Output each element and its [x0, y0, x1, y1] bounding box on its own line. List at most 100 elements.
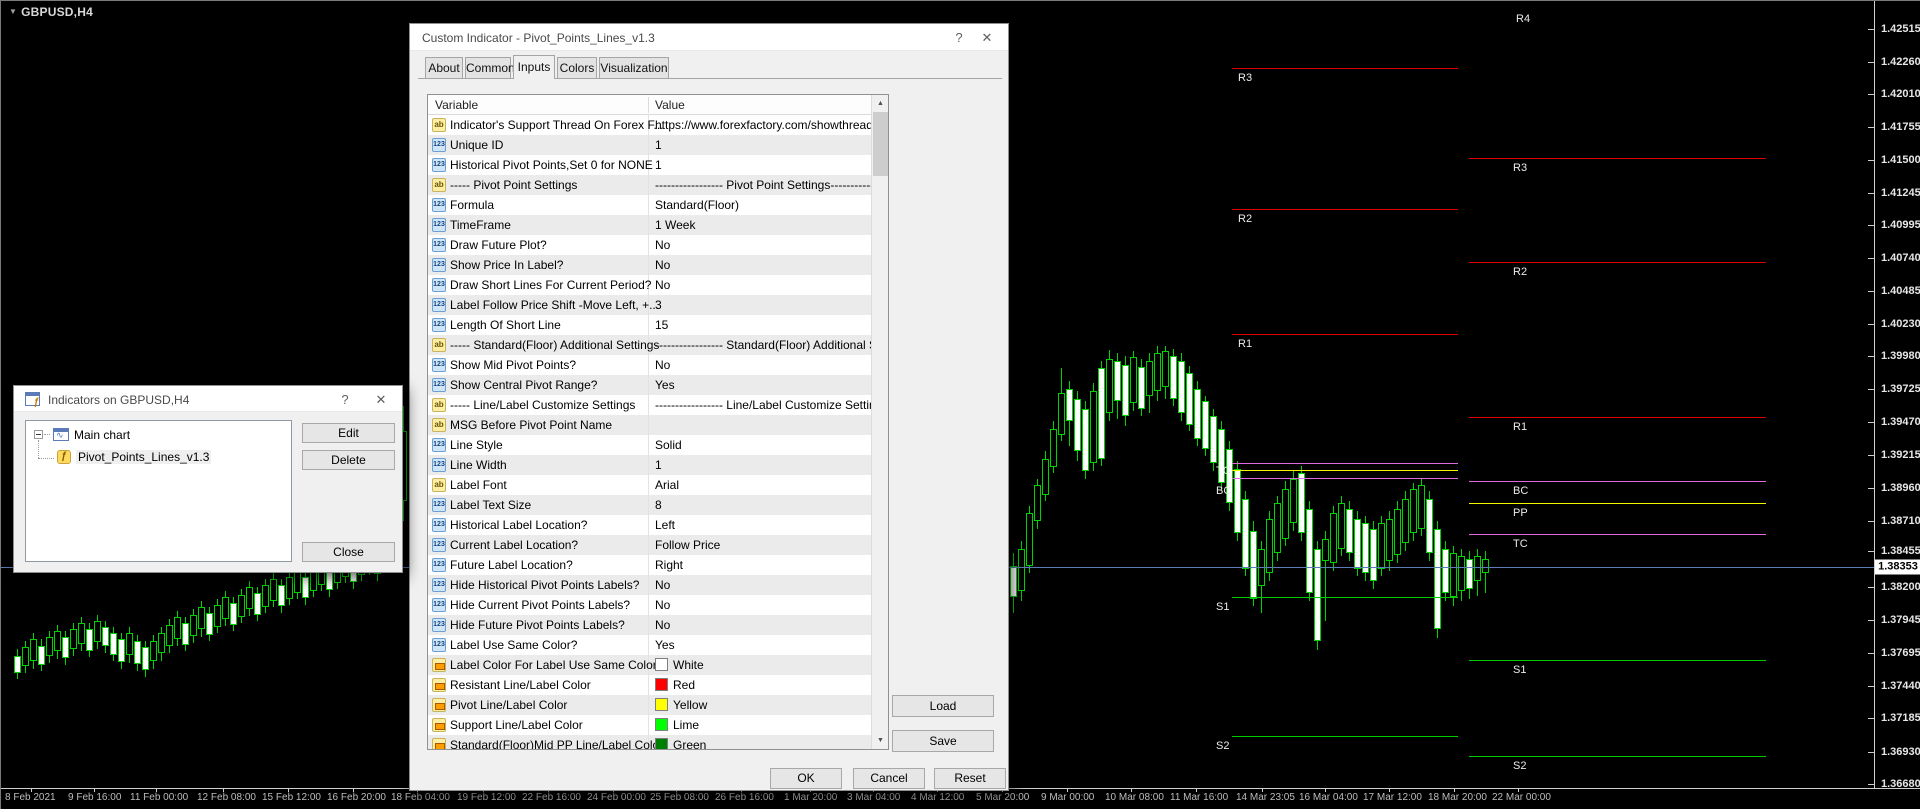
table-row[interactable]: 123Show Price In Label?No: [428, 255, 871, 275]
dialog-titlebar[interactable]: Custom Indicator - Pivot_Points_Lines_v1…: [410, 24, 1008, 51]
table-row[interactable]: ab----- Line/Label Customize Settings---…: [428, 395, 871, 415]
table-row[interactable]: ab----- Standard(Floor) Additional Setti…: [428, 335, 871, 355]
close-icon[interactable]: ✕: [372, 392, 390, 408]
load-button[interactable]: Load: [892, 695, 994, 717]
candle: [286, 577, 293, 599]
price-tick: [1868, 193, 1874, 194]
param-variable: ----- Line/Label Customize Settings: [450, 398, 635, 412]
price-tick: [1868, 324, 1874, 325]
param-value: Solid: [655, 438, 682, 452]
table-row[interactable]: 123Show Central Pivot Range?Yes: [428, 375, 871, 395]
table-row[interactable]: 123Label Text Size8: [428, 495, 871, 515]
candle: [1362, 523, 1369, 573]
pivot-line-bc-future-week: [1469, 481, 1766, 482]
scrollbar-thumb[interactable]: [873, 112, 888, 176]
close-button[interactable]: Close: [302, 542, 395, 562]
help-icon[interactable]: ?: [950, 30, 968, 45]
column-divider: [648, 595, 649, 615]
table-row[interactable]: 123Show Mid Pivot Points?No: [428, 355, 871, 375]
candle: [70, 629, 77, 649]
ok-button[interactable]: OK: [770, 768, 842, 789]
tab-inputs[interactable]: Inputs: [513, 55, 555, 79]
color-swatch: [655, 678, 668, 691]
symbol-marker-icon: ▼: [9, 7, 17, 16]
table-row[interactable]: Standard(Floor)Mid PP Line/Label ColorGr…: [428, 735, 871, 750]
candle: [270, 579, 277, 601]
table-row[interactable]: Support Line/Label ColorLime: [428, 715, 871, 735]
string-param-icon: ab: [432, 118, 446, 132]
table-row[interactable]: Label Color For Label Use Same ColorWhit…: [428, 655, 871, 675]
table-row[interactable]: abIndicator's Support Thread On Forex F.…: [428, 115, 871, 135]
table-row[interactable]: 123Historical Pivot Points,Set 0 for NON…: [428, 155, 871, 175]
table-row[interactable]: 123Line Width1: [428, 455, 871, 475]
price-axis-label: 1.36930: [1881, 746, 1920, 758]
param-variable: Line Width: [450, 458, 507, 472]
param-value: 1: [655, 458, 662, 472]
table-row[interactable]: 123Current Label Location?Follow Price: [428, 535, 871, 555]
table-row[interactable]: 123Draw Short Lines For Current Period?N…: [428, 275, 871, 295]
tab-common[interactable]: Common: [465, 57, 511, 78]
candle: [14, 656, 21, 673]
cancel-button[interactable]: Cancel: [853, 768, 925, 789]
table-row[interactable]: 123Historical Label Location?Left: [428, 515, 871, 535]
param-variable: Draw Future Plot?: [450, 238, 547, 252]
table-row[interactable]: Resistant Line/Label ColorRed: [428, 675, 871, 695]
table-row[interactable]: abMSG Before Pivot Point Name: [428, 415, 871, 435]
table-row[interactable]: 123Label Follow Price Shift -Move Left, …: [428, 295, 871, 315]
table-row[interactable]: 123Hide Future Pivot Points Labels?No: [428, 615, 871, 635]
reset-button[interactable]: Reset: [934, 768, 1006, 789]
table-row[interactable]: abLabel FontArial: [428, 475, 871, 495]
pivot-label-r2-future-week: R2: [1513, 266, 1527, 278]
candle: [110, 633, 117, 655]
candle: [1090, 391, 1097, 463]
table-row[interactable]: 123Future Label Location?Right: [428, 555, 871, 575]
close-icon[interactable]: ✕: [978, 30, 996, 46]
candle: [1466, 559, 1473, 589]
custom-indicator-dialog: Custom Indicator - Pivot_Points_Lines_v1…: [409, 23, 1009, 791]
price-tick: [1868, 389, 1874, 390]
table-row[interactable]: 123Draw Future Plot?No: [428, 235, 871, 255]
param-value: Right: [655, 558, 683, 572]
table-row[interactable]: 123Hide Historical Pivot Points Labels?N…: [428, 575, 871, 595]
table-row[interactable]: 123FormulaStandard(Floor): [428, 195, 871, 215]
number-param-icon: 123: [432, 378, 446, 392]
candle: [214, 605, 221, 627]
number-param-icon: 123: [432, 438, 446, 452]
scroll-down-icon[interactable]: ▼: [872, 732, 889, 749]
table-row[interactable]: 123Unique ID1: [428, 135, 871, 155]
param-variable: Formula: [450, 198, 494, 212]
table-row[interactable]: 123TimeFrame1 Week: [428, 215, 871, 235]
param-variable: Hide Historical Pivot Points Labels?: [450, 578, 639, 592]
param-value: Green: [655, 738, 706, 750]
table-row[interactable]: 123Hide Current Pivot Points Labels?No: [428, 595, 871, 615]
param-value: 8: [655, 498, 662, 512]
number-param-icon: 123: [432, 558, 446, 572]
tab-about[interactable]: About: [425, 57, 463, 78]
dialog-titlebar[interactable]: Indicators on GBPUSD,H4 ? ✕: [14, 386, 402, 412]
table-scrollbar[interactable]: ▲ ▼: [871, 95, 888, 749]
collapse-expander-icon[interactable]: [34, 430, 43, 439]
param-value: No: [655, 598, 670, 612]
color-swatch: [655, 738, 668, 750]
column-divider: [648, 455, 649, 475]
tree-item-indicator[interactable]: Pivot_Points_Lines_v1.3: [76, 450, 211, 464]
scroll-up-icon[interactable]: ▲: [872, 95, 889, 112]
table-row[interactable]: 123Length Of Short Line15: [428, 315, 871, 335]
tab-visualization[interactable]: Visualization: [599, 57, 669, 78]
param-variable: Show Central Pivot Range?: [450, 378, 597, 392]
candle: [1410, 489, 1417, 533]
param-value: Yellow: [655, 698, 707, 712]
tree-connector: [38, 440, 39, 458]
save-button[interactable]: Save: [892, 730, 994, 752]
table-row[interactable]: 123Label Use Same Color?Yes: [428, 635, 871, 655]
tree-item-main-chart[interactable]: Main chart: [74, 428, 130, 442]
table-row[interactable]: 123Line StyleSolid: [428, 435, 871, 455]
price-axis-label: 1.42260: [1881, 56, 1920, 68]
help-icon[interactable]: ?: [336, 392, 354, 407]
price-tick: [1868, 356, 1874, 357]
edit-button[interactable]: Edit: [302, 423, 395, 443]
table-row[interactable]: ab----- Pivot Point Settings------------…: [428, 175, 871, 195]
tab-colors[interactable]: Colors: [557, 57, 597, 78]
table-row[interactable]: Pivot Line/Label ColorYellow: [428, 695, 871, 715]
delete-button[interactable]: Delete: [302, 450, 395, 470]
